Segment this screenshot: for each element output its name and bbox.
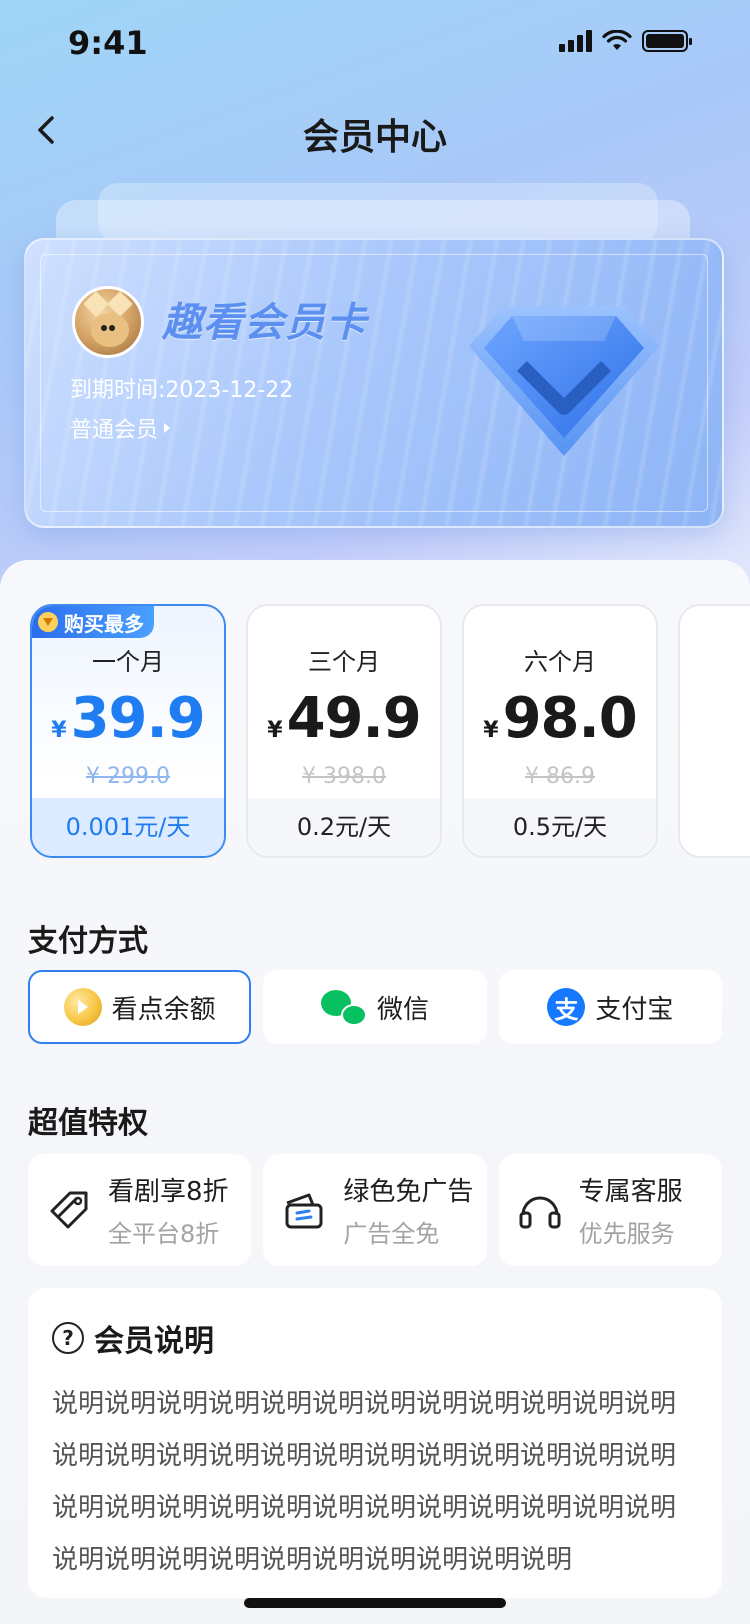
privilege-item-support[interactable]: 专属客服 优先服务	[498, 1154, 722, 1266]
member-level-label: 普通会员	[70, 418, 159, 443]
signal-icon	[559, 30, 592, 52]
currency-symbol: ¥	[267, 718, 283, 743]
plan-price: ¥ 39.9	[32, 686, 224, 751]
plan-card-partial[interactable]	[678, 604, 750, 858]
plan-name: 一个月	[92, 648, 164, 676]
privilege-item-ad-free[interactable]: 绿色免广告 广告全免	[263, 1154, 487, 1266]
plan-list[interactable]: 一个月 ¥ 39.9 ¥ 299.0 0.001元/天 购买最多 三个月 ¥ 4…	[30, 604, 750, 860]
page-title: 会员中心	[302, 117, 447, 158]
privilege-title: 看剧享8折	[108, 1177, 229, 1207]
member-card: 趣看会员卡 到期时间:2023-12-22 普通会员	[24, 238, 724, 528]
best-seller-badge: 购买最多	[32, 606, 154, 638]
original-price: ¥ 398.0	[302, 764, 386, 789]
payment-options: 看点余额 微信 支 支付宝	[28, 970, 722, 1044]
plan-price: ¥ 98.0	[464, 686, 656, 751]
coin-icon	[63, 988, 102, 1026]
plan-name: 三个月	[308, 648, 380, 676]
avatar[interactable]	[72, 286, 144, 358]
badge-label: 购买最多	[64, 611, 144, 636]
status-icons	[559, 30, 692, 52]
pay-option-wechat[interactable]: 微信	[263, 970, 487, 1044]
alipay-icon: 支	[547, 988, 586, 1026]
diamond-shield-icon	[469, 306, 659, 456]
daily-price: 0.2元/天	[248, 798, 440, 856]
privileges-list: 看剧享8折 全平台8折 绿色免广告 广告全免 专属客服 优先服务	[28, 1154, 722, 1266]
plan-price: ¥ 49.9	[248, 686, 440, 751]
member-card-title: 趣看会员卡	[162, 300, 367, 346]
original-price: ¥ 299.0	[86, 764, 170, 789]
price-amount: 39.9	[70, 686, 206, 751]
plan-card-6-months[interactable]: 六个月 ¥ 98.0 ¥ 86.9 0.5元/天	[462, 604, 658, 858]
pay-option-label: 支付宝	[595, 994, 674, 1025]
caret-right-icon	[164, 423, 171, 433]
privilege-subtitle: 广告全免	[343, 1220, 440, 1248]
payment-section-title: 支付方式	[28, 924, 148, 959]
privilege-item-discount[interactable]: 看剧享8折 全平台8折	[28, 1154, 252, 1266]
privilege-title: 绿色免广告	[343, 1177, 474, 1207]
plan-name: 六个月	[524, 648, 596, 676]
pay-option-alipay[interactable]: 支 支付宝	[498, 970, 722, 1044]
daily-price: 0.001元/天	[32, 798, 224, 856]
status-bar: 9:41	[0, 0, 750, 88]
pay-option-balance[interactable]: 看点余额	[28, 970, 252, 1044]
currency-symbol: ¥	[51, 718, 67, 743]
original-price: ¥ 86.9	[525, 764, 595, 789]
battery-icon	[642, 30, 692, 52]
currency-symbol: ¥	[483, 718, 499, 743]
member-level-link[interactable]: 普通会员	[70, 412, 171, 444]
wechat-icon	[320, 988, 367, 1026]
price-amount: 49.9	[286, 686, 422, 751]
plan-card-1-month[interactable]: 一个月 ¥ 39.9 ¥ 299.0 0.001元/天 购买最多	[30, 604, 226, 858]
tag-icon	[50, 1191, 88, 1229]
question-icon: ?	[52, 1322, 84, 1354]
nav-bar: 会员中心	[0, 100, 750, 164]
expire-date: 到期时间:2023-12-22	[70, 378, 294, 403]
privilege-text: 专属客服 优先服务	[579, 1171, 683, 1249]
pay-option-label: 微信	[376, 994, 429, 1025]
daily-price: 0.5元/天	[464, 798, 656, 856]
plan-card-3-months[interactable]: 三个月 ¥ 49.9 ¥ 398.0 0.2元/天	[246, 604, 442, 858]
wifi-icon	[602, 30, 632, 50]
ad-free-icon	[285, 1193, 323, 1229]
privilege-subtitle: 全平台8折	[108, 1220, 220, 1248]
headset-icon	[519, 1196, 561, 1229]
privilege-text: 看剧享8折 全平台8折	[108, 1171, 229, 1249]
price-amount: 98.0	[502, 686, 638, 751]
privilege-title: 专属客服	[578, 1177, 683, 1207]
pay-option-label: 看点余额	[111, 994, 216, 1025]
membership-notes: ? 会员说明 说明说明说明说明说明说明说明说明说明说明说明说明说明说明说明说明说…	[28, 1288, 722, 1598]
status-time: 9:41	[68, 24, 148, 62]
diamond-icon	[38, 612, 58, 632]
privilege-subtitle: 优先服务	[578, 1220, 675, 1248]
privileges-section-title: 超值特权	[28, 1106, 148, 1141]
home-indicator[interactable]	[244, 1598, 506, 1608]
notes-body: 说明说明说明说明说明说明说明说明说明说明说明说明说明说明说明说明说明说明说明说明…	[52, 1389, 677, 1575]
privilege-text: 绿色免广告 广告全免	[343, 1171, 473, 1249]
notes-header: ? 会员说明	[52, 1316, 698, 1360]
notes-title: 会员说明	[94, 1324, 214, 1359]
